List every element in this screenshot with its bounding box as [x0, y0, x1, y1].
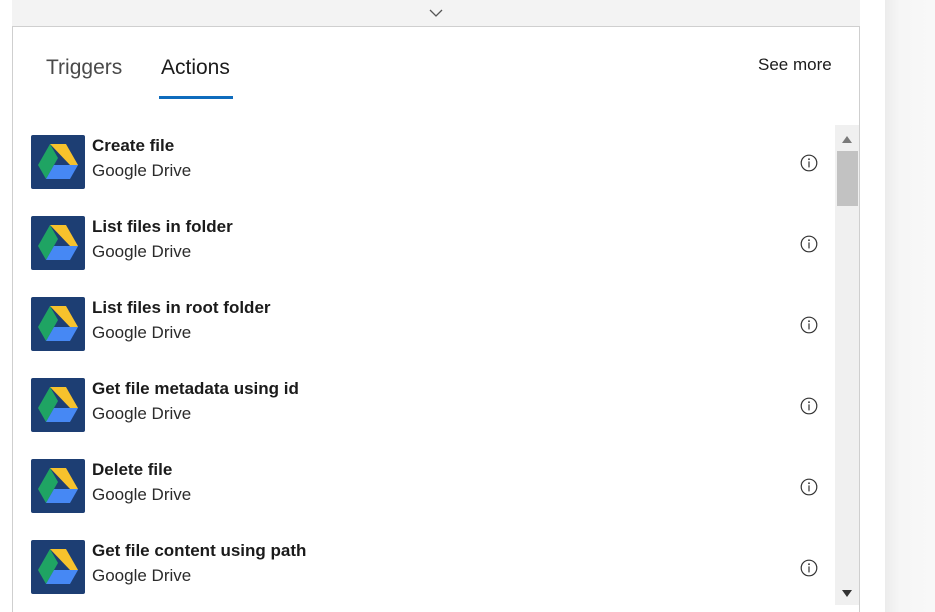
tab-actions[interactable]: Actions: [161, 56, 230, 80]
chevron-down-icon: [429, 9, 443, 18]
panel-right-border: [859, 0, 860, 612]
action-connector-name: Google Drive: [92, 242, 192, 261]
action-connector-name: Google Drive: [92, 404, 192, 423]
google-drive-icon: [31, 459, 85, 513]
scroll-thumb[interactable]: [837, 151, 858, 206]
actions-list: Create file Google Drive List files in fol…: [13, 125, 835, 612]
scroll-down-button[interactable]: [835, 583, 859, 603]
action-row[interactable]: List files in root folder Google Drive: [13, 287, 835, 368]
action-title: List files in folder: [92, 217, 233, 236]
see-more-link[interactable]: See more: [758, 55, 832, 75]
action-row[interactable]: Get file metadata using id Google Drive: [13, 368, 835, 449]
action-connector-name: Google Drive: [92, 323, 192, 342]
scroll-down-arrow-icon: [842, 589, 852, 597]
action-row[interactable]: Get file content using path Google Drive: [13, 530, 835, 611]
background-shade: [885, 0, 935, 612]
info-icon[interactable]: [800, 397, 818, 415]
collapse-toggle-button[interactable]: [12, 0, 860, 27]
action-row[interactable]: List files in folder Google Drive: [13, 206, 835, 287]
google-drive-icon: [31, 540, 85, 594]
action-row[interactable]: Delete file Google Drive: [13, 449, 835, 530]
list-scrollbar[interactable]: [835, 125, 859, 605]
action-title: Delete file: [92, 460, 173, 479]
action-title: Get file content using path: [92, 541, 307, 560]
action-title: List files in root folder: [92, 298, 271, 317]
action-row[interactable]: Create file Google Drive: [13, 125, 835, 206]
action-title: Create file: [92, 136, 175, 155]
selected-tab-indicator: [159, 96, 233, 99]
action-connector-name: Google Drive: [92, 161, 192, 180]
info-icon[interactable]: [800, 559, 818, 577]
google-drive-icon: [31, 216, 85, 270]
google-drive-icon: [31, 297, 85, 351]
info-icon[interactable]: [800, 478, 818, 496]
info-icon[interactable]: [800, 235, 818, 253]
scroll-up-button[interactable]: [835, 129, 859, 149]
scroll-up-arrow-icon: [842, 135, 852, 143]
google-drive-icon: [31, 378, 85, 432]
google-drive-icon: [31, 135, 85, 189]
info-icon[interactable]: [800, 154, 818, 172]
action-title: Get file metadata using id: [92, 379, 299, 398]
info-icon[interactable]: [800, 316, 818, 334]
action-connector-name: Google Drive: [92, 485, 192, 504]
action-connector-name: Google Drive: [92, 566, 192, 585]
tab-triggers[interactable]: Triggers: [46, 56, 122, 80]
